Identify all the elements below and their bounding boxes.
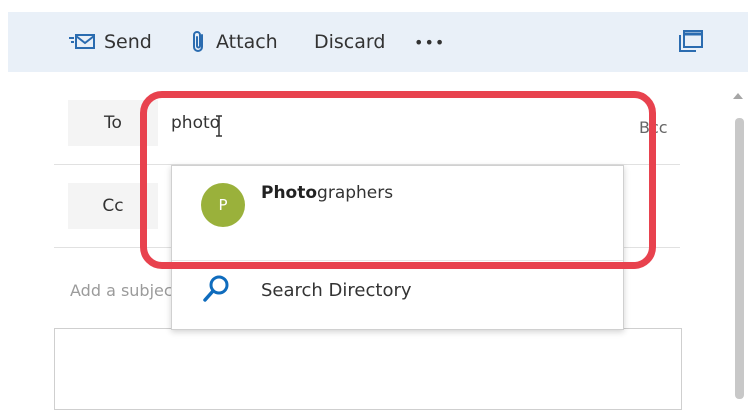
suggestion-item[interactable]: P Photographers <box>172 166 623 260</box>
message-body[interactable] <box>54 328 682 410</box>
bcc-link[interactable]: Bcc <box>639 118 668 137</box>
compose-toolbar: Send Attach Discard ••• <box>8 12 748 72</box>
paperclip-icon <box>190 30 208 54</box>
discard-button[interactable]: Discard <box>314 12 385 72</box>
attach-button[interactable]: Attach <box>190 12 278 72</box>
popout-button[interactable] <box>676 12 704 72</box>
more-icon: ••• <box>414 32 446 52</box>
attach-label: Attach <box>216 31 278 53</box>
search-icon <box>203 275 229 302</box>
search-directory-option[interactable]: Search Directory <box>172 261 623 329</box>
suggestion-name: Photographers <box>261 183 393 203</box>
discard-label: Discard <box>314 31 386 53</box>
suggestion-name-match: Photo <box>261 183 318 203</box>
send-button[interactable]: Send <box>68 12 152 72</box>
text-cursor-icon <box>216 115 222 137</box>
send-icon <box>68 33 96 51</box>
scrollbar-thumb[interactable] <box>735 118 744 399</box>
to-input[interactable]: photo <box>171 113 220 133</box>
popout-icon <box>676 29 704 55</box>
to-button[interactable]: To <box>68 100 158 146</box>
recipient-suggestions: P Photographers Search Directory <box>171 165 624 330</box>
suggestion-name-rest: graphers <box>317 183 394 203</box>
subject-input[interactable]: Add a subject <box>70 281 179 300</box>
send-label: Send <box>104 31 152 53</box>
more-options-button[interactable]: ••• <box>414 12 445 72</box>
avatar: P <box>201 183 245 227</box>
cc-button[interactable]: Cc <box>68 183 158 229</box>
search-directory-label: Search Directory <box>261 280 412 301</box>
scroll-up-arrow-icon[interactable] <box>733 93 743 99</box>
